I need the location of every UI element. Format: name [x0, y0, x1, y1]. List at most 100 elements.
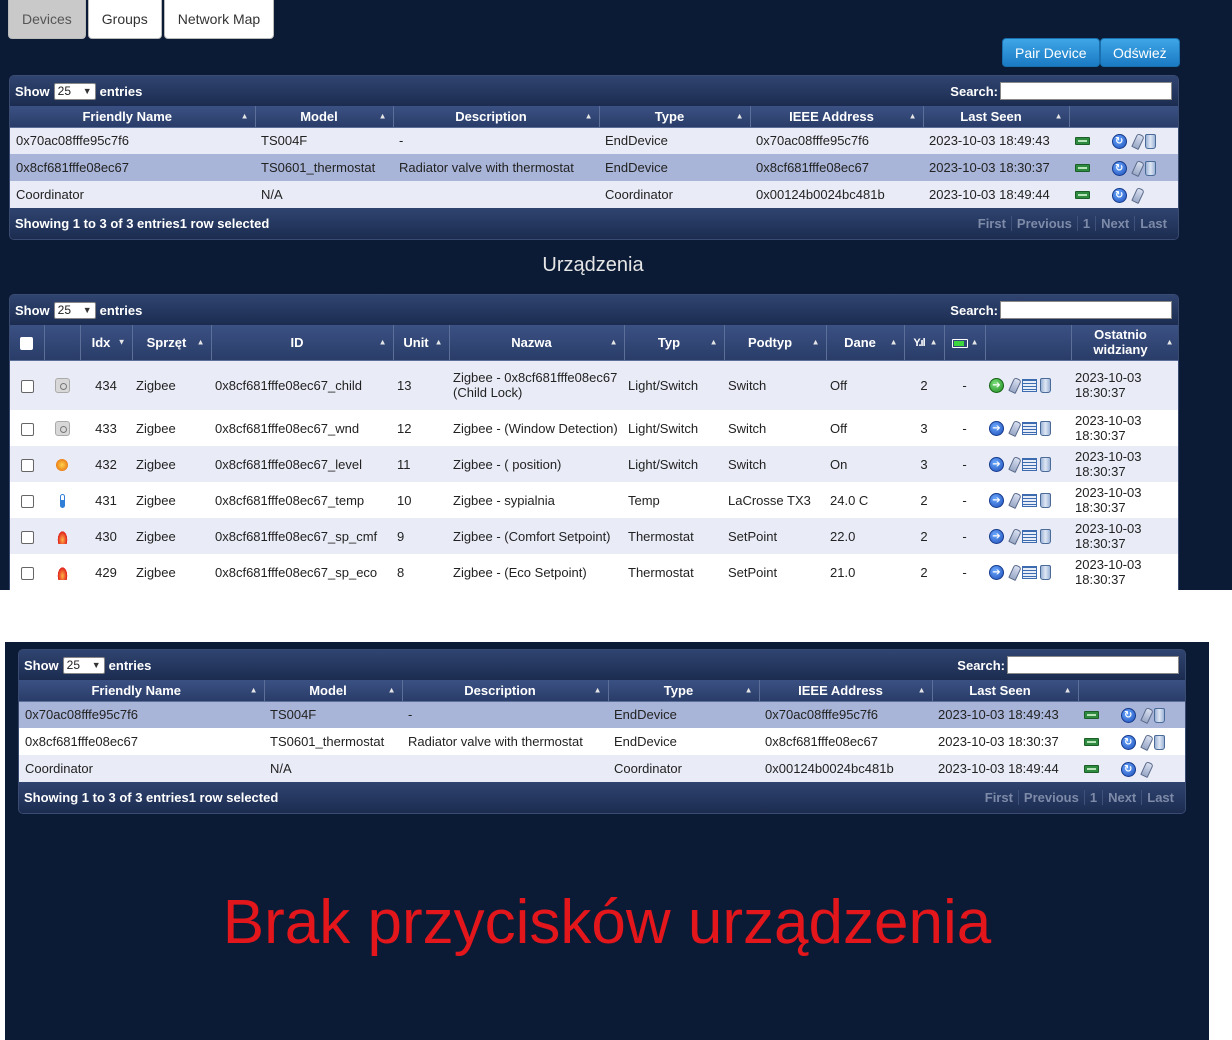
- row-checkbox[interactable]: [20, 422, 34, 436]
- pager-previous[interactable]: Previous: [1010, 216, 1077, 231]
- trash-icon[interactable]: [1040, 421, 1051, 437]
- col-description[interactable]: Description ▲: [402, 680, 609, 702]
- cell-checkbox[interactable]: [10, 446, 44, 482]
- col-battery[interactable]: ▲: [944, 325, 986, 361]
- trash-icon[interactable]: [1040, 378, 1051, 394]
- row-checkbox[interactable]: [20, 458, 34, 472]
- col-model[interactable]: Model ▲: [255, 106, 394, 128]
- tab-network-map[interactable]: Network Map: [163, 0, 275, 39]
- table-row[interactable]: 432 Zigbee 0x8cf681fffe08ec67_level 11 Z…: [10, 446, 1178, 482]
- col-subtype[interactable]: Podtyp ▲: [724, 325, 827, 361]
- pencil-icon[interactable]: [1130, 132, 1145, 150]
- trash-icon[interactable]: [1040, 457, 1051, 473]
- rename-icon[interactable]: ↻: [1120, 761, 1136, 777]
- arrow-left-icon[interactable]: ➔: [989, 493, 1004, 509]
- col-friendly-name[interactable]: Friendly Name ▲: [10, 106, 256, 128]
- trash-icon[interactable]: [1144, 160, 1156, 176]
- pager-first[interactable]: First: [973, 216, 1011, 231]
- col-type[interactable]: Typ ▲: [624, 325, 725, 361]
- pager-first[interactable]: First: [980, 790, 1018, 805]
- log-icon[interactable]: [1022, 379, 1037, 393]
- row-checkbox[interactable]: [20, 566, 34, 580]
- col-id[interactable]: ID ▲: [211, 325, 394, 361]
- row-checkbox[interactable]: [20, 494, 34, 508]
- pencil-icon[interactable]: [1139, 760, 1154, 778]
- pencil-icon[interactable]: [1008, 564, 1022, 582]
- arrow-left-icon[interactable]: ➔: [989, 457, 1004, 473]
- search-input[interactable]: [1000, 301, 1172, 319]
- log-icon[interactable]: [1022, 422, 1037, 436]
- log-icon[interactable]: [1022, 494, 1037, 508]
- table-row[interactable]: 429 Zigbee 0x8cf681fffe08ec67_sp_eco 8 Z…: [10, 554, 1178, 590]
- log-icon[interactable]: [1022, 530, 1037, 544]
- trash-icon[interactable]: [1040, 493, 1051, 509]
- pager-next[interactable]: Next: [1102, 790, 1141, 805]
- entries-select[interactable]: 25 ▼: [53, 82, 96, 100]
- pencil-icon[interactable]: [1139, 733, 1154, 751]
- pencil-icon[interactable]: [1130, 186, 1145, 204]
- row-checkbox[interactable]: [20, 530, 34, 544]
- cell-checkbox[interactable]: [10, 410, 44, 446]
- pager-last[interactable]: Last: [1141, 790, 1179, 805]
- trash-icon[interactable]: [1040, 529, 1051, 545]
- col-friendly-name[interactable]: Friendly Name ▲: [19, 680, 265, 702]
- pencil-icon[interactable]: [1008, 420, 1022, 438]
- rename-icon[interactable]: ↻: [1120, 707, 1136, 723]
- col-select-all[interactable]: [10, 325, 45, 361]
- trash-icon[interactable]: [1153, 707, 1165, 723]
- col-unit[interactable]: Unit ▲: [393, 325, 450, 361]
- arrow-left-icon[interactable]: ➔: [989, 565, 1004, 581]
- pager-page[interactable]: 1: [1083, 790, 1102, 805]
- rename-icon[interactable]: ↻: [1111, 187, 1127, 203]
- refresh-button[interactable]: Odśwież: [1100, 38, 1180, 67]
- tab-devices[interactable]: Devices: [8, 0, 86, 39]
- col-ieee-address[interactable]: IEEE Address ▲: [750, 106, 924, 128]
- table-row[interactable]: 431 Zigbee 0x8cf681fffe08ec67_temp 10 Zi…: [10, 482, 1178, 518]
- col-last-seen[interactable]: Last Seen ▲: [932, 680, 1079, 702]
- log-icon[interactable]: [1022, 566, 1037, 580]
- pager-page[interactable]: 1: [1076, 216, 1095, 231]
- trash-icon[interactable]: [1153, 734, 1165, 750]
- col-hardware[interactable]: Sprzęt ▲: [132, 325, 212, 361]
- col-type[interactable]: Type ▲: [608, 680, 760, 702]
- rename-icon[interactable]: ↻: [1111, 133, 1127, 149]
- pencil-icon[interactable]: [1008, 456, 1022, 474]
- cell-checkbox[interactable]: [10, 518, 44, 554]
- pager-next[interactable]: Next: [1095, 216, 1134, 231]
- row-checkbox[interactable]: [20, 379, 34, 393]
- trash-icon[interactable]: [1144, 133, 1156, 149]
- rename-icon[interactable]: ↻: [1120, 734, 1136, 750]
- table-row[interactable]: 430 Zigbee 0x8cf681fffe08ec67_sp_cmf 9 Z…: [10, 518, 1178, 554]
- table-row[interactable]: 434 Zigbee 0x8cf681fffe08ec67_child 13 Z…: [10, 360, 1178, 410]
- table-row[interactable]: 433 Zigbee 0x8cf681fffe08ec67_wnd 12 Zig…: [10, 410, 1178, 446]
- col-type[interactable]: Type ▲: [599, 106, 751, 128]
- entries-select[interactable]: 25 ▼: [53, 301, 96, 319]
- pencil-icon[interactable]: [1008, 492, 1022, 510]
- select-all-checkbox[interactable]: [20, 336, 34, 350]
- col-data[interactable]: Dane ▲: [826, 325, 905, 361]
- pencil-icon[interactable]: [1130, 159, 1145, 177]
- table-row[interactable]: 0x8cf681fffe08ec67 TS0601_thermostat Rad…: [19, 728, 1185, 755]
- col-last-seen[interactable]: Ostatnio widziany ▲: [1071, 325, 1178, 361]
- col-last-seen[interactable]: Last Seen ▲: [923, 106, 1070, 128]
- col-idx[interactable]: Idx ▼: [80, 325, 133, 361]
- pair-device-button[interactable]: Pair Device: [1002, 38, 1100, 67]
- table-row[interactable]: 0x70ac08fffe95c7f6 TS004F - EndDevice 0x…: [10, 127, 1178, 154]
- arrow-right-icon[interactable]: ➔: [989, 378, 1004, 394]
- col-description[interactable]: Description ▲: [393, 106, 600, 128]
- pager-last[interactable]: Last: [1134, 216, 1172, 231]
- pencil-icon[interactable]: [1008, 377, 1022, 395]
- table-row[interactable]: Coordinator N/A Coordinator 0x00124b0024…: [19, 755, 1185, 782]
- pager-previous[interactable]: Previous: [1017, 790, 1084, 805]
- arrow-left-icon[interactable]: ➔: [989, 529, 1004, 545]
- col-ieee-address[interactable]: IEEE Address ▲: [759, 680, 933, 702]
- tab-groups[interactable]: Groups: [87, 0, 162, 39]
- col-name[interactable]: Nazwa ▲: [449, 325, 625, 361]
- cell-checkbox[interactable]: [10, 554, 44, 590]
- cell-checkbox[interactable]: [10, 482, 44, 518]
- table-row[interactable]: 0x8cf681fffe08ec67 TS0601_thermostat Rad…: [10, 154, 1178, 181]
- arrow-left-icon[interactable]: ➔: [989, 421, 1004, 437]
- pencil-icon[interactable]: [1008, 528, 1022, 546]
- search-input[interactable]: [1000, 82, 1172, 100]
- rename-icon[interactable]: ↻: [1111, 160, 1127, 176]
